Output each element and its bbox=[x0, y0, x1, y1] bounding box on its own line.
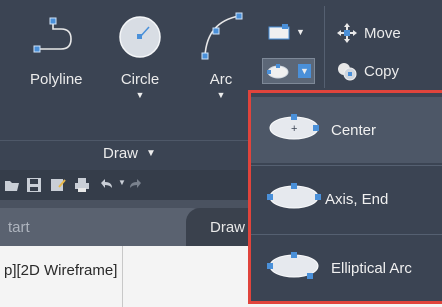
menu-item-elliptical-arc[interactable]: Elliptical Arc bbox=[251, 235, 442, 301]
move-icon bbox=[337, 23, 357, 43]
arc-button[interactable]: Arc ▼ bbox=[196, 10, 246, 100]
move-label: Move bbox=[364, 24, 401, 42]
arc-dropdown-caret[interactable]: ▼ bbox=[217, 91, 226, 100]
circle-dropdown-caret[interactable]: ▼ bbox=[136, 91, 145, 100]
copy-label: Copy bbox=[364, 62, 400, 80]
rectangle-button[interactable]: ▼ bbox=[268, 24, 305, 40]
ellipse-icon bbox=[267, 64, 289, 79]
panel-separator bbox=[324, 6, 325, 88]
menu-item-center-label: Center bbox=[331, 121, 377, 139]
save-as-icon[interactable] bbox=[50, 177, 66, 193]
copy-button[interactable]: Copy bbox=[336, 60, 399, 82]
circle-label: Circle bbox=[120, 71, 160, 88]
ellipse-dropdown-caret[interactable]: ▼ bbox=[298, 64, 311, 78]
menu-item-axis-end[interactable]: Axis, End bbox=[251, 166, 442, 232]
draw-panel-title[interactable]: Draw ▼ bbox=[103, 145, 156, 162]
arc-label: Arc bbox=[209, 71, 233, 88]
ellipse-center-icon: + bbox=[269, 114, 319, 140]
elliptical-arc-icon bbox=[267, 252, 319, 279]
polyline-button[interactable]: Polyline bbox=[30, 10, 83, 88]
polyline-label: Polyline bbox=[30, 71, 83, 88]
arc-icon bbox=[196, 10, 246, 64]
tab-drawing-label: Draw bbox=[210, 219, 246, 236]
open-icon[interactable] bbox=[4, 177, 20, 193]
menu-item-center[interactable]: + Center bbox=[251, 97, 442, 163]
draw-panel-label: Draw bbox=[103, 145, 139, 162]
print-icon[interactable] bbox=[74, 177, 90, 193]
circle-button[interactable]: Circle ▼ bbox=[115, 10, 165, 100]
ellipse-button[interactable]: ▼ bbox=[262, 58, 315, 84]
rectangle-dropdown-caret[interactable]: ▼ bbox=[296, 27, 305, 37]
move-button[interactable]: Move bbox=[336, 22, 401, 44]
polyline-icon bbox=[31, 10, 81, 64]
tab-start-label: tart bbox=[8, 219, 30, 236]
svg-text:+: + bbox=[291, 123, 297, 135]
circle-icon bbox=[115, 10, 165, 64]
copy-icon bbox=[338, 63, 357, 81]
undo-icon[interactable] bbox=[98, 177, 114, 193]
rectangle-icon bbox=[268, 24, 290, 40]
ellipse-axis-end-icon bbox=[267, 183, 321, 209]
viewport-divider bbox=[122, 246, 123, 307]
ellipse-dropdown-menu: + Center Axis, End Elliptical Arc bbox=[248, 90, 442, 304]
menu-item-axis-end-label: Axis, End bbox=[325, 190, 389, 208]
redo-icon[interactable] bbox=[128, 177, 144, 193]
viewport-controls-label[interactable]: p][2D Wireframe] bbox=[4, 262, 117, 279]
undo-dropdown-caret[interactable]: ▼ bbox=[118, 178, 126, 187]
tab-start[interactable]: tart bbox=[0, 208, 205, 246]
menu-item-elliptical-arc-label: Elliptical Arc bbox=[331, 259, 412, 277]
draw-panel-caret: ▼ bbox=[146, 148, 156, 159]
save-icon[interactable] bbox=[26, 177, 42, 193]
